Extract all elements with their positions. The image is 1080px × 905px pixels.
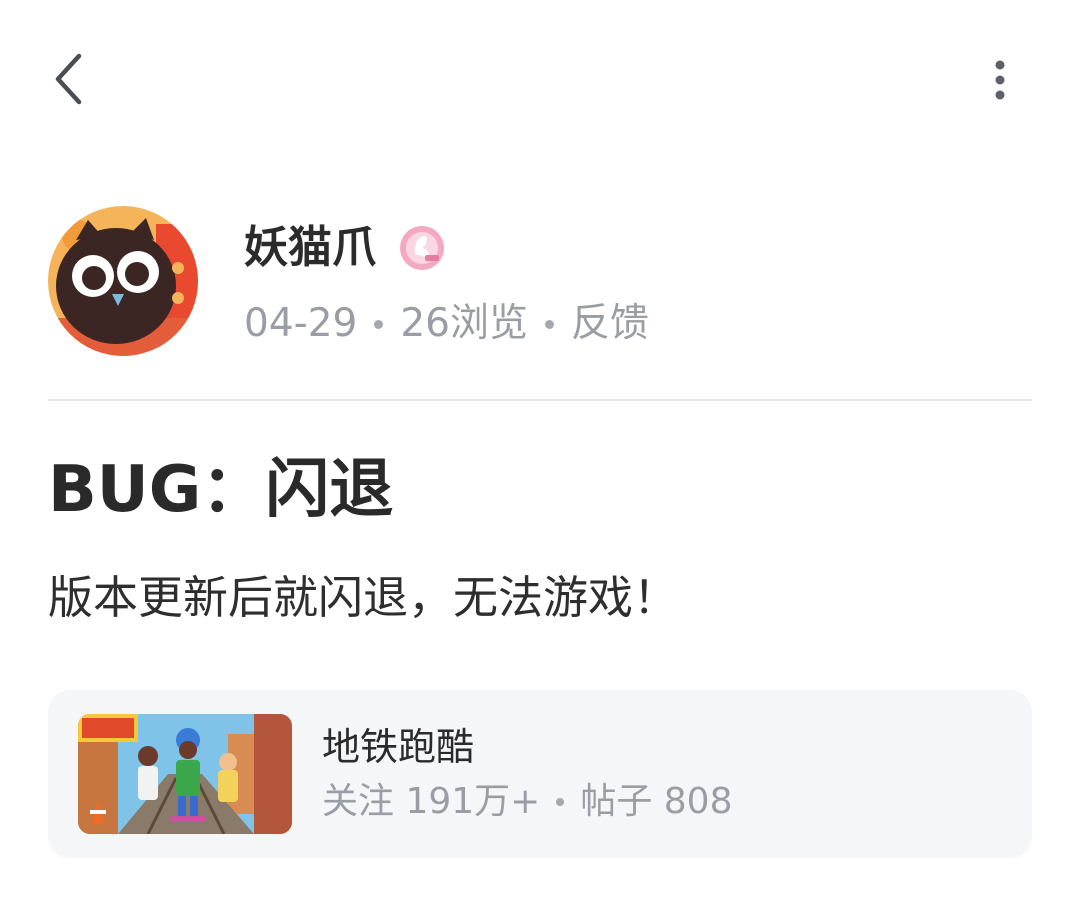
separator-dot: [544, 319, 554, 329]
post-count: 帖子 808: [580, 781, 733, 822]
game-thumbnail: [78, 714, 292, 834]
avatar[interactable]: [48, 206, 198, 356]
separator-dot: [374, 319, 384, 329]
divider: [48, 399, 1032, 401]
view-count: 26浏览: [400, 301, 528, 346]
subway-surfers-thumbnail-image: [78, 714, 292, 834]
post-detail-page: 妖猫爪 04-29 26浏览 反馈 BUG：闪退 版本更新后就闪退，无法游戏！: [0, 0, 1080, 905]
author-name[interactable]: 妖猫爪: [244, 222, 376, 274]
game-card[interactable]: 地铁跑酷 关注 191万+ 帖子 808: [48, 690, 1032, 858]
follower-count: 关注 191万+: [322, 781, 541, 822]
post-date: 04-29: [244, 301, 358, 346]
more-button[interactable]: [970, 50, 1030, 110]
anniversary-badge-icon: [398, 224, 446, 272]
cat-avatar-image: [48, 206, 198, 356]
game-stats: 关注 191万+ 帖子 808: [322, 778, 733, 826]
separator-dot: [556, 798, 565, 806]
back-button[interactable]: [40, 44, 96, 114]
more-vertical-icon: [995, 60, 1005, 100]
post-title: BUG：闪退: [48, 453, 394, 527]
chevron-left-icon: [55, 53, 82, 105]
post-body: 版本更新后就闪退，无法游戏！: [48, 571, 679, 624]
game-name: 地铁跑酷: [322, 725, 475, 769]
feedback-link[interactable]: 反馈: [571, 298, 649, 350]
post-meta: 04-29 26浏览 反馈: [244, 298, 649, 350]
